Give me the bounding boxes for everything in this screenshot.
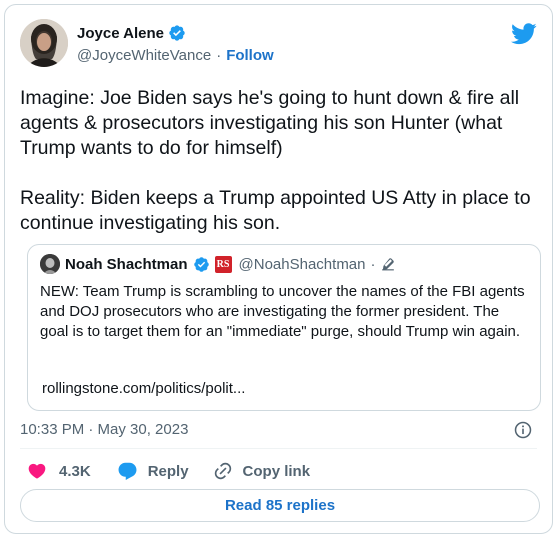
quoted-tweet-text: NEW: Team Trump is scrambling to uncover…: [40, 283, 525, 340]
quoted-author-name: Noah Shachtman: [65, 255, 188, 273]
info-icon[interactable]: [514, 421, 532, 439]
author-avatar[interactable]: [20, 19, 68, 67]
tweet-actions: 4.3K Reply Copy link: [27, 461, 310, 481]
read-replies-button[interactable]: Read 85 replies: [20, 489, 540, 522]
verified-badge-icon: [168, 24, 186, 42]
rolling-stone-badge-icon: RS: [214, 255, 232, 273]
quoted-tweet-header: Noah Shachtman RS @NoahShachtman ·: [40, 254, 395, 274]
author-display-name[interactable]: Joyce Alene: [77, 25, 164, 42]
reply-label: Reply: [147, 462, 189, 480]
author-block: Joyce Alene @JoyceWhiteVance · Follow: [77, 23, 274, 65]
avatar-photo: [20, 19, 68, 67]
like-button[interactable]: 4.3K: [27, 461, 91, 481]
quoted-author-avatar: [40, 254, 60, 274]
divider: [20, 448, 537, 449]
author-handle-row: @JoyceWhiteVance · Follow: [77, 47, 274, 64]
tweet-timestamp[interactable]: 10:33 PM · May 30, 2023: [20, 421, 188, 438]
author-handle[interactable]: @JoyceWhiteVance: [77, 47, 211, 64]
reply-button[interactable]: Reply: [117, 461, 189, 482]
pencil-icon: [381, 257, 395, 271]
copy-link-button[interactable]: Copy link: [213, 461, 311, 481]
follow-button[interactable]: Follow: [226, 47, 274, 64]
separator-dot: ·: [370, 255, 376, 273]
twitter-bird-icon[interactable]: [511, 23, 537, 45]
tweet-body-text: Imagine: Joe Biden says he's going to hu…: [20, 87, 531, 234]
quoted-tweet-link[interactable]: rollingstone.com/politics/polit...: [42, 380, 245, 397]
separator-dot: ·: [216, 47, 222, 64]
tweet-embed-card: Joyce Alene @JoyceWhiteVance · Follow Im…: [4, 4, 553, 534]
author-name-row: Joyce Alene: [77, 23, 274, 43]
speech-bubble-icon: [117, 461, 138, 482]
quoted-tweet[interactable]: Noah Shachtman RS @NoahShachtman · NEW: …: [27, 244, 541, 411]
tweet-header: Joyce Alene @JoyceWhiteVance · Follow: [20, 19, 537, 71]
heart-icon: [27, 461, 47, 481]
link-icon: [213, 461, 233, 481]
verified-badge-icon: [193, 256, 210, 273]
quoted-author-handle: @NoahShachtman: [238, 255, 366, 273]
like-count: 4.3K: [59, 462, 91, 480]
copy-link-label: Copy link: [242, 462, 311, 480]
